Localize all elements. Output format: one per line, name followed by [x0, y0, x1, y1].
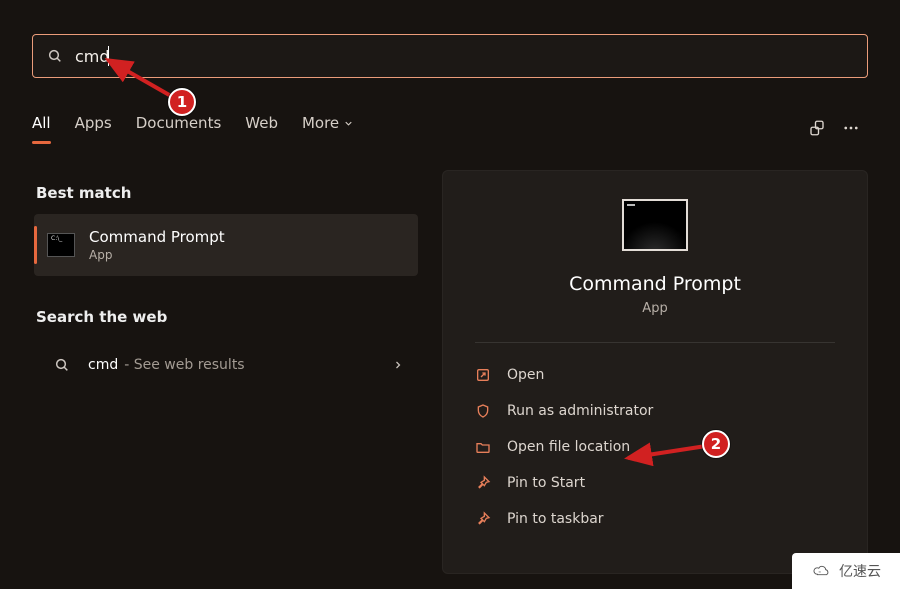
tab-more-label: More [302, 114, 339, 132]
action-label: Open file location [507, 439, 630, 455]
cloud-icon: ∞ [811, 562, 833, 580]
tabs-row: All Apps Documents Web More [32, 112, 868, 144]
separator [475, 342, 835, 343]
detail-type: App [642, 301, 667, 316]
cmd-icon: C:\_ [47, 233, 75, 257]
selection-accent [34, 226, 37, 264]
action-label: Pin to Start [507, 475, 585, 491]
action-pin-start[interactable]: Pin to Start [443, 465, 867, 501]
watermark: ∞ 亿速云 [792, 553, 900, 589]
tab-all[interactable]: All [32, 114, 51, 142]
web-result[interactable]: cmd - See web results [34, 342, 418, 388]
tab-more[interactable]: More [302, 114, 354, 142]
action-open[interactable]: Open [443, 357, 867, 393]
ellipsis-icon [842, 119, 860, 137]
best-match-result[interactable]: C:\_ Command Prompt App [34, 214, 418, 276]
annotation-badge-1: 1 [168, 88, 196, 116]
tab-web[interactable]: Web [245, 114, 278, 142]
result-type: App [89, 248, 225, 262]
options-icon [808, 119, 826, 137]
tab-apps[interactable]: Apps [75, 114, 112, 142]
action-pin-taskbar[interactable]: Pin to taskbar [443, 501, 867, 537]
detail-name: Command Prompt [569, 273, 741, 295]
text-caret [108, 46, 109, 66]
result-name: Command Prompt [89, 228, 225, 246]
section-search-web: Search the web [36, 308, 167, 326]
svg-text:∞: ∞ [818, 570, 821, 574]
chevron-down-icon [343, 118, 354, 129]
action-run-admin[interactable]: Run as administrator [443, 393, 867, 429]
search-input-text[interactable]: cmd [75, 47, 110, 66]
search-options-button[interactable] [800, 113, 834, 143]
search-icon [47, 48, 63, 64]
actions-list: Open Run as administrator Open file loca… [443, 357, 867, 537]
pin-icon [475, 511, 491, 527]
open-icon [475, 367, 491, 383]
chevron-right-icon [392, 359, 404, 371]
search-bar[interactable]: cmd [32, 34, 868, 78]
search-icon [54, 357, 70, 373]
watermark-text: 亿速云 [839, 561, 881, 581]
shield-icon [475, 403, 491, 419]
section-best-match: Best match [36, 184, 131, 202]
action-open-location[interactable]: Open file location [443, 429, 867, 465]
detail-pane: Command Prompt App Open Run as administr… [442, 170, 868, 574]
action-label: Open [507, 367, 544, 383]
tab-documents[interactable]: Documents [136, 114, 222, 142]
folder-icon [475, 439, 491, 455]
web-term: cmd [88, 357, 118, 373]
action-label: Pin to taskbar [507, 511, 604, 527]
action-label: Run as administrator [507, 403, 653, 419]
app-large-icon [622, 199, 688, 251]
more-button[interactable] [834, 113, 868, 143]
web-hint: - See web results [124, 357, 244, 373]
annotation-badge-2: 2 [702, 430, 730, 458]
pin-icon [475, 475, 491, 491]
